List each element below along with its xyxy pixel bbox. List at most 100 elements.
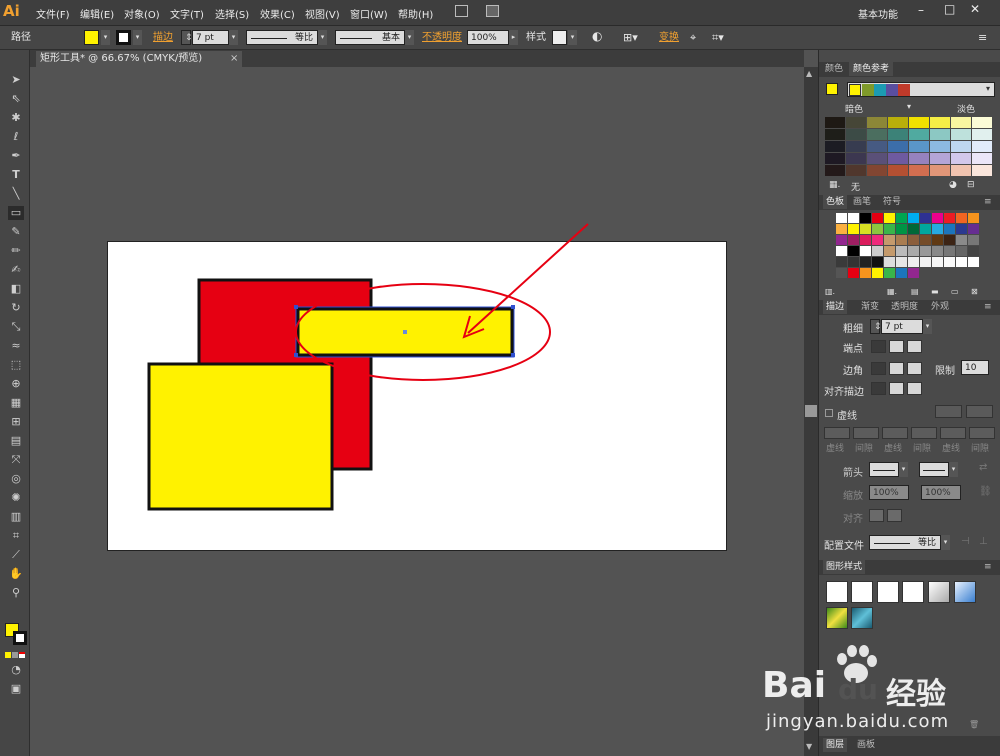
- guide-swatch[interactable]: [888, 129, 908, 140]
- guide-swatch[interactable]: [888, 153, 908, 164]
- color-swatch[interactable]: [860, 235, 871, 245]
- arrow-extend-button[interactable]: [869, 509, 884, 522]
- color-swatch[interactable]: [932, 224, 943, 234]
- color-swatch[interactable]: [836, 213, 847, 223]
- swatch-libraries-icon[interactable]: ▥.: [825, 287, 835, 296]
- graphic-style-blue-gradient[interactable]: [954, 581, 976, 603]
- guide-swatch[interactable]: [846, 165, 866, 176]
- color-swatch[interactable]: [968, 246, 979, 256]
- tab-layers[interactable]: 图层: [823, 738, 848, 752]
- color-swatch[interactable]: [932, 246, 943, 256]
- color-swatch[interactable]: [848, 268, 859, 278]
- harmony-rules-dropdown[interactable]: ▾: [847, 82, 995, 97]
- align-dash-button[interactable]: [966, 405, 993, 418]
- stepper-icon[interactable]: ⇕: [870, 319, 882, 334]
- end-arrowhead-dropdown[interactable]: [919, 462, 949, 477]
- color-swatch[interactable]: [836, 246, 847, 256]
- guide-limit-icon[interactable]: ▦.: [829, 180, 840, 190]
- color-swatch[interactable]: [896, 268, 907, 278]
- end-scale-field[interactable]: 100%: [921, 485, 961, 500]
- selection-anchor[interactable]: [294, 305, 298, 309]
- color-swatch[interactable]: [968, 213, 979, 223]
- guide-swatch[interactable]: [972, 153, 992, 164]
- tab-swatches[interactable]: 色板: [823, 195, 848, 209]
- color-swatch[interactable]: [860, 246, 871, 256]
- selection-anchor[interactable]: [511, 353, 515, 357]
- graphic-style-no-stroke[interactable]: [851, 581, 873, 603]
- color-swatch[interactable]: [920, 213, 931, 223]
- dashed-line-checkbox[interactable]: [825, 409, 833, 417]
- guide-swatch[interactable]: [825, 141, 845, 152]
- color-swatch[interactable]: [920, 246, 931, 256]
- color-swatch[interactable]: [872, 268, 883, 278]
- guide-swatch[interactable]: [930, 129, 950, 140]
- color-swatch[interactable]: [920, 235, 931, 245]
- chevron-down-icon[interactable]: ▾: [949, 462, 958, 477]
- weight-field[interactable]: 7 pt: [881, 319, 923, 334]
- limit-field[interactable]: 10: [961, 360, 989, 375]
- color-swatch[interactable]: [944, 224, 955, 234]
- color-swatch[interactable]: [932, 213, 943, 223]
- color-swatch[interactable]: [956, 257, 967, 267]
- color-swatch[interactable]: [932, 257, 943, 267]
- scroll-thumb[interactable]: [805, 405, 817, 417]
- flip-across-icon[interactable]: ⊥: [979, 536, 988, 547]
- align-outside-button[interactable]: [907, 382, 922, 395]
- color-swatch[interactable]: [884, 268, 895, 278]
- guide-swatch[interactable]: [972, 129, 992, 140]
- guide-swatch[interactable]: [909, 165, 929, 176]
- guide-swatch[interactable]: [951, 153, 971, 164]
- color-swatch[interactable]: [968, 257, 979, 267]
- guide-swatch[interactable]: [867, 129, 887, 140]
- color-swatch[interactable]: [920, 257, 931, 267]
- flip-along-icon[interactable]: ⊣: [961, 536, 970, 547]
- tab-graphic-styles[interactable]: 图形样式: [823, 560, 866, 574]
- color-swatch[interactable]: [968, 235, 979, 245]
- guide-swatch[interactable]: [867, 117, 887, 128]
- color-swatch[interactable]: [956, 268, 967, 278]
- guide-swatch[interactable]: [825, 153, 845, 164]
- color-swatch[interactable]: [908, 224, 919, 234]
- color-swatch[interactable]: [956, 213, 967, 223]
- color-swatch[interactable]: [860, 268, 871, 278]
- width-profile-dropdown[interactable]: 等比: [869, 535, 941, 550]
- color-swatch[interactable]: [908, 213, 919, 223]
- color-swatch[interactable]: [848, 213, 859, 223]
- guide-swatch[interactable]: [825, 129, 845, 140]
- show-kinds-icon[interactable]: ▦.: [887, 287, 897, 296]
- miter-join-button[interactable]: [871, 362, 886, 375]
- tab-gradient[interactable]: 渐变: [861, 300, 879, 314]
- align-inside-button[interactable]: [889, 382, 904, 395]
- selection-anchor[interactable]: [294, 353, 298, 357]
- color-swatch[interactable]: [944, 246, 955, 256]
- chevron-down-icon[interactable]: ▾: [923, 319, 932, 334]
- color-swatch[interactable]: [860, 224, 871, 234]
- color-swatch[interactable]: [896, 213, 907, 223]
- start-arrowhead-dropdown[interactable]: [869, 462, 899, 477]
- panel-menu-icon[interactable]: ≡: [984, 195, 992, 209]
- start-scale-field[interactable]: 100%: [869, 485, 909, 500]
- color-swatch[interactable]: [932, 235, 943, 245]
- color-swatch[interactable]: [884, 213, 895, 223]
- color-swatch[interactable]: [932, 268, 943, 278]
- color-swatch[interactable]: [872, 235, 883, 245]
- graphic-style-outline[interactable]: [902, 581, 924, 603]
- guide-swatch[interactable]: [867, 141, 887, 152]
- guide-swatch[interactable]: [909, 141, 929, 152]
- guide-swatch[interactable]: [825, 117, 845, 128]
- tab-brushes[interactable]: 画笔: [853, 195, 871, 209]
- color-swatch[interactable]: [968, 224, 979, 234]
- color-swatch[interactable]: [884, 224, 895, 234]
- guide-swatch[interactable]: [930, 153, 950, 164]
- color-swatch[interactable]: [848, 257, 859, 267]
- butt-cap-button[interactable]: [871, 340, 886, 353]
- guide-swatch[interactable]: [972, 141, 992, 152]
- color-swatch[interactable]: [944, 213, 955, 223]
- color-swatch[interactable]: [860, 257, 871, 267]
- color-swatch[interactable]: [908, 268, 919, 278]
- guide-swatch[interactable]: [846, 153, 866, 164]
- guide-swatch[interactable]: [846, 117, 866, 128]
- dash-gap-input[interactable]: [911, 427, 937, 439]
- color-swatch[interactable]: [836, 268, 847, 278]
- delete-style-icon[interactable]: 🗑: [969, 720, 979, 729]
